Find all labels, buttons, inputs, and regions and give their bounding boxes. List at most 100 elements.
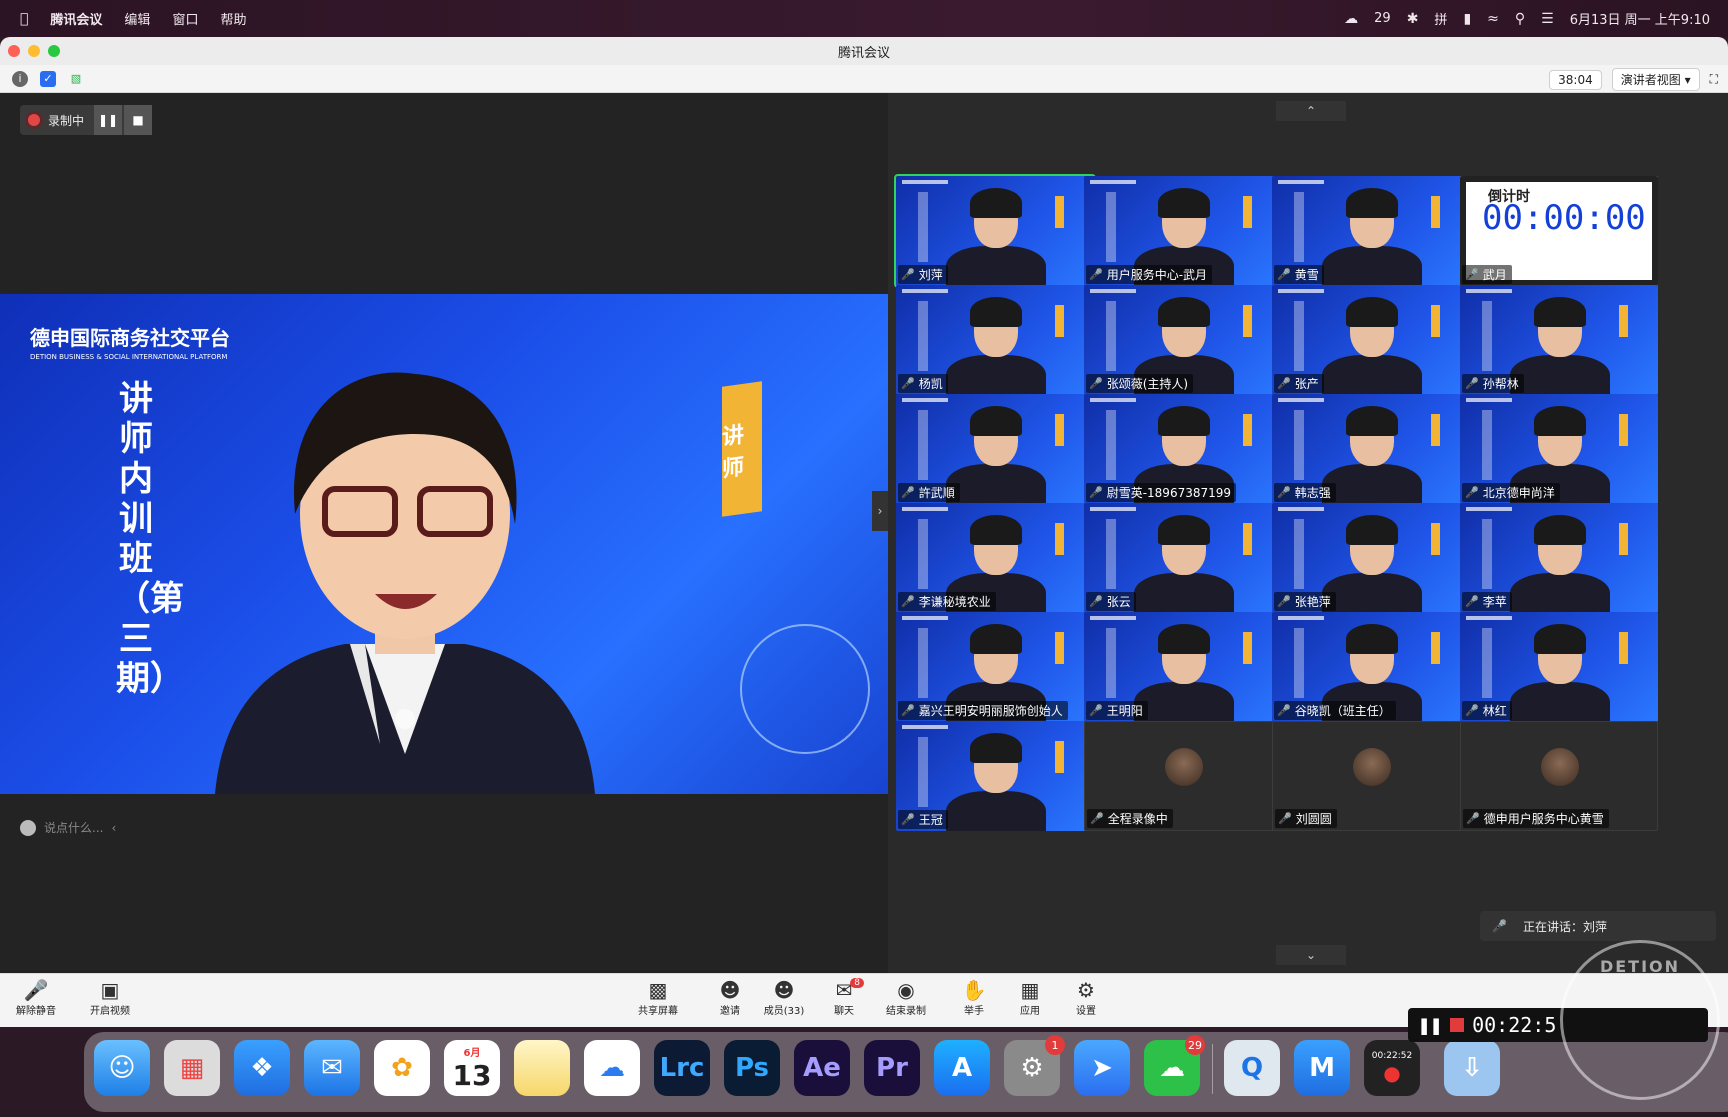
close-window-button[interactable] — [8, 45, 20, 57]
mic-muted-icon: 🎤 — [1465, 704, 1479, 717]
participant-name: 許武順 — [918, 486, 955, 500]
tile-badge — [1431, 632, 1440, 664]
participant-tile[interactable]: 🎤 王冠 — [896, 721, 1094, 831]
tencent-meeting-icon[interactable]: M — [1294, 1040, 1350, 1096]
chat-input-bar[interactable]: 说点什么... ‹ — [20, 819, 116, 836]
photos-icon[interactable]: ✿ — [374, 1040, 430, 1096]
participant-name: 尉雪英-18967387199 — [1106, 486, 1232, 500]
raise-hand-button[interactable]: ✋ 举手 — [944, 978, 1004, 1017]
participant-tile[interactable]: 倒计时 00:00:00 🎤 武月 — [1460, 176, 1658, 286]
datetime[interactable]: 6月13日 周一 上午9:10 — [1570, 9, 1710, 28]
system-settings-icon[interactable]: ⚙ 1 — [1004, 1035, 1065, 1096]
participant-tile[interactable]: 🎤 黄雪 — [1272, 176, 1470, 286]
participant-tile[interactable]: 🎤 杨凯 — [896, 285, 1094, 395]
participant-tile[interactable]: 🎤 孙帮林 — [1460, 285, 1658, 395]
detion-watermark: DETION — [1560, 940, 1720, 1100]
participant-tile[interactable]: 🎤 北京德申尚洋 — [1460, 394, 1658, 504]
stop-recording-button[interactable]: ■ — [124, 105, 153, 135]
quicktime-icon[interactable]: Q — [1224, 1040, 1280, 1096]
tile-banner — [918, 519, 928, 589]
pause-icon[interactable]: ❚❚ — [1418, 1013, 1442, 1037]
emoji-icon[interactable] — [20, 819, 36, 836]
search-icon[interactable]: ⚲ — [1515, 11, 1525, 27]
participant-tile[interactable]: 🎤 刘圆圆 — [1272, 721, 1470, 831]
gallery-scroll-up[interactable]: ⌃ — [1276, 101, 1346, 121]
wechat-badge: 29 — [1185, 1035, 1205, 1055]
stop-icon[interactable] — [1450, 1018, 1465, 1032]
participant-tile[interactable]: 🎤 許武順 — [896, 394, 1094, 504]
participant-tile[interactable]: 🎤 全程录像中 — [1084, 721, 1282, 831]
meeting-main: 录制中 ❚❚ ■ 德申国际商务社交平台 DETION BUSINESS & SO… — [0, 93, 1728, 973]
launchpad-icon[interactable]: ▦ — [164, 1040, 220, 1096]
wifi-icon[interactable]: ≈ — [1487, 11, 1499, 27]
participant-tile[interactable]: 🎤 王明阳 — [1084, 612, 1282, 722]
participant-tile[interactable]: 🎤 嘉兴王明安明丽服饰创始人 — [896, 612, 1094, 722]
downloads-icon[interactable]: ⇩ — [1444, 1040, 1500, 1096]
participant-tile[interactable]: 🎤 张颂薇(主持人) — [1084, 285, 1282, 395]
avatar — [1541, 748, 1579, 786]
safari-icon[interactable]: ❖ — [234, 1040, 290, 1096]
participant-tile[interactable]: 🎤 谷晓凯（班主任） — [1272, 612, 1470, 722]
screen-recorder-icon[interactable]: 00:22:52 ● — [1364, 1040, 1420, 1096]
tile-logo — [902, 616, 948, 620]
pause-recording-button[interactable]: ❚❚ — [94, 105, 123, 135]
mail-icon[interactable]: ✉ — [304, 1040, 360, 1096]
apple-icon[interactable]:  — [20, 11, 28, 27]
minimize-window-button[interactable] — [28, 45, 40, 57]
notes-icon[interactable] — [514, 1040, 570, 1096]
start-video-button[interactable]: ▣ 开启视频 — [80, 978, 140, 1017]
apps-button[interactable]: ▦ 应用 — [1000, 978, 1060, 1017]
participant-tile[interactable]: 🎤 张云 — [1084, 503, 1282, 613]
lightroom-icon[interactable]: Lrc — [654, 1040, 710, 1096]
participant-tile[interactable]: 🎤 林红 — [1460, 612, 1658, 722]
meeting-info-bar: i ✓ ▧ 38:04 演讲者视图 ▾ ⛶ — [0, 65, 1728, 93]
hand-icon: ✋ — [961, 978, 987, 1002]
participant-tile[interactable]: 🎤 李苹 — [1460, 503, 1658, 613]
menu-item-window[interactable]: 窗口 — [172, 9, 198, 28]
chevron-left-icon[interactable]: ‹ — [111, 821, 116, 835]
participant-tile[interactable]: 🎤 刘萍 — [894, 174, 1096, 288]
security-shield-icon[interactable]: ✓ — [40, 70, 56, 87]
wechat-status-icon[interactable]: ☁ — [1344, 11, 1358, 27]
participant-tile[interactable]: 🎤 德申用户服务中心黄雪 — [1460, 721, 1658, 831]
participant-tile[interactable]: 🎤 张艳萍 — [1272, 503, 1470, 613]
premiere-icon[interactable]: Pr — [864, 1040, 920, 1096]
participant-tile[interactable]: 🎤 李谦秘境农业 — [896, 503, 1094, 613]
finder-icon[interactable]: ☺ — [94, 1040, 150, 1096]
participant-tile[interactable]: 🎤 尉雪英-18967387199 — [1084, 394, 1282, 504]
participant-body — [1510, 573, 1610, 613]
battery-icon[interactable]: ▮ — [1463, 11, 1471, 27]
participant-tile[interactable]: 🎤 用户服务中心-武月 — [1084, 176, 1282, 286]
view-mode-dropdown[interactable]: 演讲者视图 ▾ — [1611, 68, 1700, 91]
menu-item-edit[interactable]: 编辑 — [124, 9, 150, 28]
chat-button[interactable]: ✉ 8 聊天 — [814, 978, 874, 1017]
calendar-icon[interactable]: 6月 13 — [444, 1040, 500, 1096]
control-center-icon[interactable]: ☰ — [1541, 11, 1554, 27]
menu-app-name[interactable]: 腾讯会议 — [50, 9, 102, 28]
chat-input[interactable]: 说点什么... — [44, 819, 103, 836]
after-effects-icon[interactable]: Ae — [794, 1040, 850, 1096]
photoshop-icon[interactable]: Ps — [724, 1040, 780, 1096]
fullscreen-icon[interactable]: ⛶ — [1710, 72, 1718, 87]
baidu-netdisk-icon[interactable]: ☁ — [584, 1040, 640, 1096]
feishu-icon[interactable]: ➤ — [1074, 1040, 1130, 1096]
share-screen-button[interactable]: ▩ 共享屏幕 — [628, 978, 688, 1017]
info-icon[interactable]: i — [12, 70, 28, 87]
participant-tile[interactable]: 🎤 韩志强 — [1272, 394, 1470, 504]
gallery-scroll-down[interactable]: ⌄ — [1276, 945, 1346, 965]
participant-hair — [970, 515, 1022, 545]
unmute-button[interactable]: 🎤 解除静音 — [6, 978, 66, 1017]
app-store-icon[interactable]: A — [934, 1040, 990, 1096]
input-method[interactable]: 拼 — [1434, 9, 1447, 28]
signal-icon[interactable]: ▧ — [68, 71, 84, 87]
menu-item-help[interactable]: 帮助 — [220, 9, 246, 28]
participant-tile[interactable]: 🎤 张产 — [1272, 285, 1470, 395]
invite-button[interactable]: ☻ 邀请 — [700, 978, 760, 1017]
wechat-icon[interactable]: ☁ 29 — [1144, 1035, 1205, 1096]
collapse-gallery-handle[interactable]: › — [872, 491, 888, 531]
zoom-window-button[interactable] — [48, 45, 60, 57]
bluetooth-icon[interactable]: ✱ — [1407, 11, 1419, 27]
members-button[interactable]: ☻ 成员(33) — [754, 978, 814, 1017]
end-recording-button[interactable]: ◉ 结束录制 — [876, 978, 936, 1017]
settings-button[interactable]: ⚙ 设置 — [1056, 978, 1116, 1017]
